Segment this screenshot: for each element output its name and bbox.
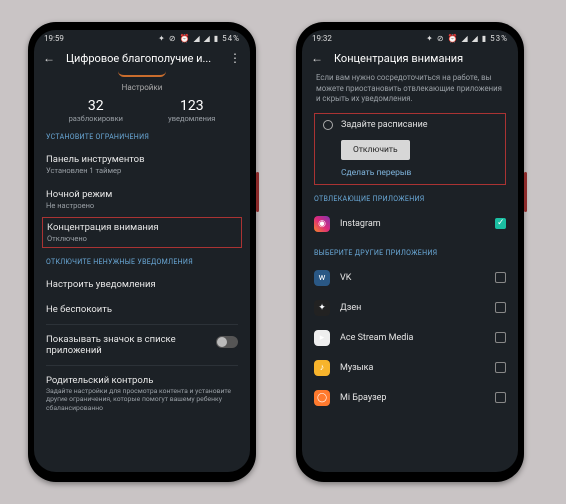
checkbox[interactable] (495, 392, 506, 403)
other-apps-header: ВЫБЕРИТЕ ДРУГИЕ ПРИЛОЖЕНИЯ (314, 249, 506, 257)
divider (46, 365, 238, 366)
badge-row[interactable]: Показывать значок в списке приложений (46, 327, 238, 363)
divider (46, 324, 238, 325)
focus-mode-row[interactable]: Концентрация внимания Отключено (42, 217, 242, 248)
phone-frame-left: 19:59 ✦ ⊘ ⏰ ◢ ◢ ▮ 54% ← Цифровое благопо… (28, 22, 256, 482)
app-name: Музыка (340, 363, 485, 373)
app-name: Mi Браузер (340, 393, 485, 403)
schedule-row[interactable]: Задайте расписание (323, 120, 497, 130)
notifications-stat[interactable]: 123 уведомления (168, 98, 215, 123)
distracting-apps-list: ◉ Instagram (314, 209, 506, 239)
page-title: Цифровое благополучие и... (66, 52, 218, 65)
zen-icon: ✦ (314, 300, 330, 316)
app-name: Ace Stream Media (340, 333, 485, 343)
limits-section-header: УСТАНОВИТЕ ОГРАНИЧЕНИЯ (46, 133, 238, 141)
dashboard-row[interactable]: Панель инструментов Установлен 1 таймер (46, 147, 238, 182)
night-sub: Не настроено (46, 201, 238, 210)
configure-notif-title: Настроить уведомления (46, 279, 238, 290)
vk-icon: w (314, 270, 330, 286)
schedule-label: Задайте расписание (341, 120, 428, 130)
focus-sub: Отключено (47, 234, 237, 243)
configure-notifications-row[interactable]: Настроить уведомления (46, 272, 238, 297)
checkbox[interactable] (495, 272, 506, 283)
screen-left: 19:59 ✦ ⊘ ⏰ ◢ ◢ ▮ 54% ← Цифровое благопо… (34, 30, 250, 472)
notifications-label: уведомления (168, 114, 215, 123)
app-row-vk[interactable]: w VK (314, 263, 506, 293)
logo-swoosh (118, 71, 166, 77)
status-bar: 19:32 ✦ ⊘ ⏰ ◢ ◢ ▮ 53% (302, 30, 518, 45)
stats-row: 32 разблокировки 123 уведомления (46, 98, 238, 123)
app-row-ace[interactable]: ▸ Ace Stream Media (314, 323, 506, 353)
dashboard-title: Панель инструментов (46, 154, 238, 165)
mi-browser-icon: ◯ (314, 390, 330, 406)
take-break-link[interactable]: Сделать перерыв (341, 168, 497, 178)
app-name: Дзен (340, 303, 485, 313)
dashboard-sub: Установлен 1 таймер (46, 166, 238, 175)
phone-frame-right: 19:32 ✦ ⊘ ⏰ ◢ ◢ ▮ 53% ← Концентрация вни… (296, 22, 524, 482)
parental-title: Родительский контроль (46, 375, 238, 386)
music-icon: ♪ (314, 360, 330, 376)
night-mode-row[interactable]: Ночной режим Не настроено (46, 182, 238, 217)
dnd-row[interactable]: Не беспокоить (46, 297, 238, 322)
parental-control-row[interactable]: Родительский контроль Задайте настройки … (46, 368, 238, 419)
unlocks-number: 32 (69, 98, 123, 114)
app-bar: ← Концентрация внимания (302, 45, 518, 69)
clock-text: 19:32 (312, 34, 332, 43)
subtitle: Настройки (34, 83, 250, 94)
app-name: VK (340, 273, 485, 283)
dnd-title: Не беспокоить (46, 304, 238, 315)
unlocks-stat[interactable]: 32 разблокировки (69, 98, 123, 123)
distracting-apps-header: ОТВЛЕКАЮЩИЕ ПРИЛОЖЕНИЯ (314, 195, 506, 203)
screen-right: 19:32 ✦ ⊘ ⏰ ◢ ◢ ▮ 53% ← Концентрация вни… (302, 30, 518, 472)
back-icon[interactable]: ← (42, 51, 56, 65)
unlocks-label: разблокировки (69, 114, 123, 123)
badge-toggle[interactable] (216, 336, 238, 348)
parental-sub: Задайте настройки для просмотра контента… (46, 387, 238, 412)
badge-title: Показывать значок в списке приложений (46, 334, 238, 356)
other-apps-list: w VK ✦ Дзен ▸ Ace Stream Media ♪ Музыка (314, 263, 506, 413)
status-icons: ✦ ⊘ ⏰ ◢ ◢ ▮ 54% (158, 34, 240, 43)
disable-notif-section-header: ОТКЛЮЧИТЕ НЕНУЖНЫЕ УВЕДОМЛЕНИЯ (46, 258, 238, 266)
status-icons: ✦ ⊘ ⏰ ◢ ◢ ▮ 53% (426, 34, 508, 43)
disable-button[interactable]: Отключить (341, 140, 410, 160)
app-row-zen[interactable]: ✦ Дзен (314, 293, 506, 323)
night-title: Ночной режим (46, 189, 238, 200)
app-row-music[interactable]: ♪ Музыка (314, 353, 506, 383)
content-area: 32 разблокировки 123 уведомления УСТАНОВ… (34, 94, 250, 472)
checkbox[interactable] (495, 218, 506, 229)
clock-text: 19:59 (44, 34, 64, 43)
more-icon[interactable]: ⋮ (228, 51, 242, 65)
status-bar: 19:59 ✦ ⊘ ⏰ ◢ ◢ ▮ 54% (34, 30, 250, 45)
app-row-instagram[interactable]: ◉ Instagram (314, 209, 506, 239)
notifications-number: 123 (168, 98, 215, 114)
focus-control-box: Задайте расписание Отключить Сделать пер… (314, 113, 506, 185)
clock-icon (323, 120, 333, 130)
app-row-mi-browser[interactable]: ◯ Mi Браузер (314, 383, 506, 413)
page-title: Концентрация внимания (334, 52, 510, 65)
app-bar: ← Цифровое благополучие и... ⋮ (34, 45, 250, 69)
checkbox[interactable] (495, 362, 506, 373)
ace-icon: ▸ (314, 330, 330, 346)
content-area: Если вам нужно сосредоточиться на работе… (302, 69, 518, 472)
instagram-icon: ◉ (314, 216, 330, 232)
checkbox[interactable] (495, 302, 506, 313)
focus-title: Концентрация внимания (47, 222, 237, 233)
back-icon[interactable]: ← (310, 51, 324, 65)
checkbox[interactable] (495, 332, 506, 343)
description-text: Если вам нужно сосредоточиться на работе… (314, 69, 506, 113)
app-name: Instagram (340, 219, 485, 229)
